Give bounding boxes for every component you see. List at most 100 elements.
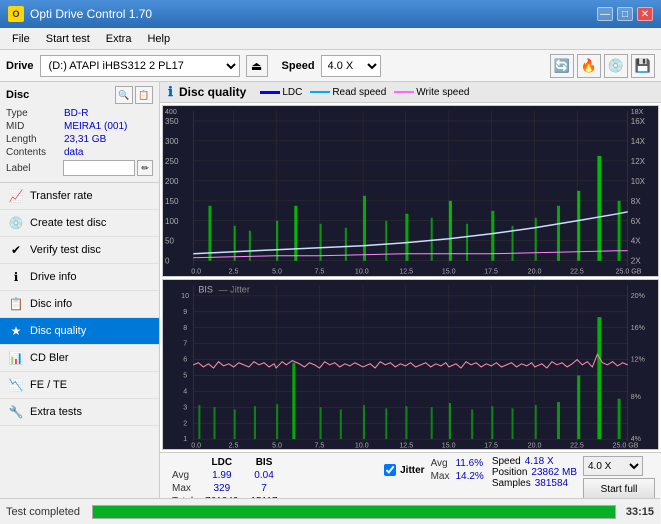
svg-text:16%: 16% <box>631 322 646 331</box>
menu-bar: File Start test Extra Help <box>0 28 661 50</box>
svg-text:17.5: 17.5 <box>484 269 498 276</box>
svg-text:2X: 2X <box>631 257 642 266</box>
disc-quality-icon: ★ <box>8 323 24 339</box>
svg-text:250: 250 <box>165 157 179 166</box>
jitter-label: Jitter <box>400 465 424 476</box>
app-icon: O <box>8 6 24 22</box>
nav-create-test-disc[interactable]: 💿 Create test disc <box>0 210 159 237</box>
nav-extra-tests-label: Extra tests <box>30 406 82 418</box>
disc-contents-label: Contents <box>6 147 64 158</box>
ldc-header: LDC <box>199 456 244 469</box>
svg-text:0: 0 <box>165 257 170 266</box>
disc-length-label: Length <box>6 134 64 145</box>
svg-text:22.5: 22.5 <box>570 440 584 449</box>
disc-type-label: Type <box>6 108 64 119</box>
svg-text:5.0: 5.0 <box>272 440 282 449</box>
svg-text:14X: 14X <box>631 137 646 146</box>
svg-text:2.5: 2.5 <box>229 269 239 276</box>
verify-test-disc-icon: ✔ <box>8 242 24 258</box>
disc-button[interactable]: 💿 <box>604 54 628 78</box>
svg-text:18X: 18X <box>631 109 644 116</box>
svg-text:BIS: BIS <box>198 284 213 294</box>
legend-ldc: LDC <box>260 87 302 98</box>
position-value: 23862 MB <box>531 467 577 478</box>
title-bar-left: O Opti Drive Control 1.70 <box>8 6 152 22</box>
bis-header: BIS <box>245 456 284 469</box>
save-button[interactable]: 💾 <box>631 54 655 78</box>
nav-drive-info[interactable]: ℹ Drive info <box>0 264 159 291</box>
jitter-checkbox[interactable] <box>384 464 396 476</box>
drive-toolbar: Drive (D:) ATAPI iHBS312 2 PL17 ⏏ Speed … <box>0 50 661 82</box>
nav-cd-bler[interactable]: 📊 CD Bler <box>0 345 159 372</box>
legend-write-speed: Write speed <box>394 87 469 98</box>
disc-header: Disc 🔍 📋 <box>6 86 153 104</box>
nav-disc-info[interactable]: 📋 Disc info <box>0 291 159 318</box>
eject-button[interactable]: ⏏ <box>246 55 268 77</box>
svg-text:4: 4 <box>183 386 187 395</box>
nav-transfer-rate[interactable]: 📈 Transfer rate <box>0 183 159 210</box>
legend-write-label: Write speed <box>416 87 469 98</box>
status-time: 33:15 <box>626 506 654 518</box>
disc-label-row: Label ✏ <box>6 160 153 176</box>
speed-label-text: Speed <box>492 456 521 467</box>
disc-label-input[interactable] <box>63 160 135 176</box>
close-button[interactable]: ✕ <box>637 7 653 21</box>
disc-mid-row: MID MEIRA1 (001) <box>6 121 153 132</box>
svg-text:10.0: 10.0 <box>355 440 369 449</box>
chart-speed-select[interactable]: 4.0 X <box>583 456 643 476</box>
avg-label: Avg <box>166 469 199 482</box>
disc-panel: Disc 🔍 📋 Type BD-R MID MEIRA1 (001) Leng… <box>0 82 159 183</box>
svg-text:3: 3 <box>183 402 187 411</box>
svg-text:300: 300 <box>165 137 179 146</box>
progress-bar-container <box>92 505 616 519</box>
cd-bler-icon: 📊 <box>8 350 24 366</box>
jitter-section: Jitter Avg 11.6% Max 14.2% <box>384 456 486 484</box>
disc-icon-2[interactable]: 📋 <box>135 86 153 104</box>
legend-ldc-label: LDC <box>282 87 302 98</box>
disc-type-row: Type BD-R <box>6 108 153 119</box>
menu-help[interactable]: Help <box>139 31 178 47</box>
disc-mid-label: MID <box>6 121 64 132</box>
menu-extra[interactable]: Extra <box>98 31 140 47</box>
nav-fe-te[interactable]: 📉 FE / TE <box>0 372 159 399</box>
menu-start-test[interactable]: Start test <box>38 31 98 47</box>
speed-value: 4.18 X <box>525 456 554 467</box>
position-label: Position <box>492 467 528 478</box>
samples-label: Samples <box>492 478 531 489</box>
nav-disc-quality[interactable]: ★ Disc quality <box>0 318 159 345</box>
svg-text:7.5: 7.5 <box>315 440 325 449</box>
svg-text:6X: 6X <box>631 217 642 226</box>
svg-text:12%: 12% <box>631 354 646 363</box>
jitter-avg: 11.6% <box>451 458 483 469</box>
svg-text:25.0 GB: 25.0 GB <box>616 269 642 276</box>
sidebar: Disc 🔍 📋 Type BD-R MID MEIRA1 (001) Leng… <box>0 82 160 524</box>
svg-text:22.5: 22.5 <box>570 269 584 276</box>
svg-text:4X: 4X <box>631 237 642 246</box>
drive-select[interactable]: (D:) ATAPI iHBS312 2 PL17 <box>40 55 240 77</box>
chart-header-icon: ℹ <box>168 84 173 100</box>
minimize-button[interactable]: — <box>597 7 613 21</box>
max-bis: 7 <box>245 482 284 495</box>
maximize-button[interactable]: □ <box>617 7 633 21</box>
svg-text:8X: 8X <box>631 197 642 206</box>
menu-file[interactable]: File <box>4 31 38 47</box>
svg-text:0.0: 0.0 <box>191 440 201 449</box>
disc-icon-1[interactable]: 🔍 <box>115 86 133 104</box>
refresh-button[interactable]: 🔄 <box>550 54 574 78</box>
nav-verify-test-disc[interactable]: ✔ Verify test disc <box>0 237 159 264</box>
disc-contents-row: Contents data <box>6 147 153 158</box>
nav-create-test-disc-label: Create test disc <box>30 217 106 229</box>
lower-chart: BIS — Jitter <box>162 279 659 451</box>
nav-extra-tests[interactable]: 🔧 Extra tests <box>0 399 159 426</box>
jitter-max: 14.2% <box>451 471 483 482</box>
svg-text:0.0: 0.0 <box>191 269 201 276</box>
speed-select[interactable]: 4.0 X <box>321 55 381 77</box>
disc-title: Disc <box>6 89 29 101</box>
content-area: ℹ Disc quality LDC Read speed Write spee… <box>160 82 661 524</box>
svg-text:8: 8 <box>183 322 187 331</box>
burn-button[interactable]: 🔥 <box>577 54 601 78</box>
disc-contents-value: data <box>64 147 153 158</box>
label-edit-button[interactable]: ✏ <box>137 160 153 176</box>
svg-text:6: 6 <box>183 354 187 363</box>
app-title: Opti Drive Control 1.70 <box>30 7 152 21</box>
